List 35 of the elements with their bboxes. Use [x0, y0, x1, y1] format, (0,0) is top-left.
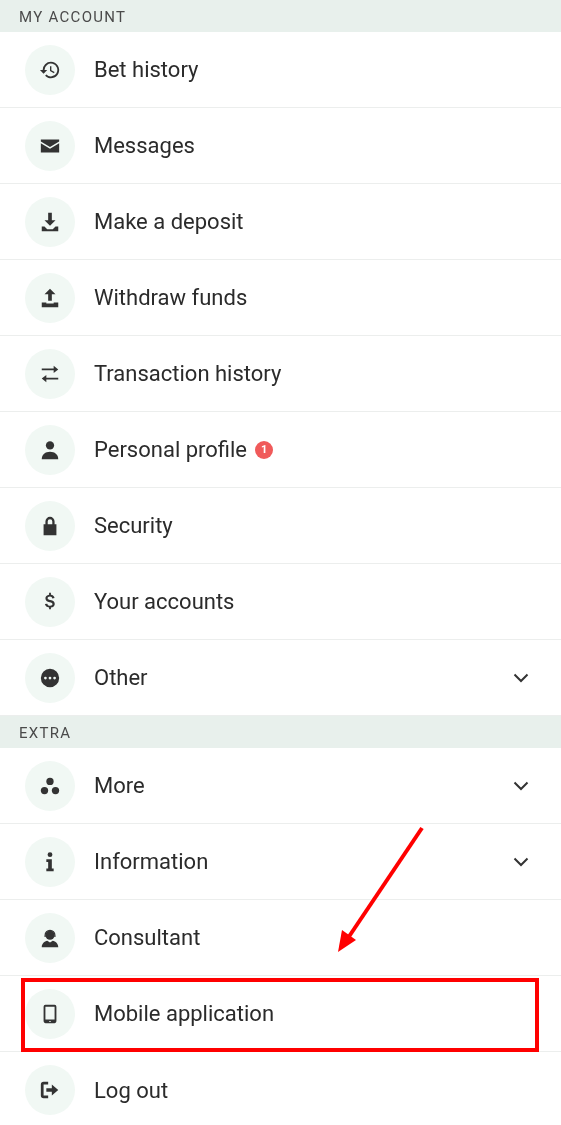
- menu-item[interactable]: More: [0, 748, 561, 824]
- menu-item[interactable]: Make a deposit: [0, 184, 561, 260]
- menu-item[interactable]: Withdraw funds: [0, 260, 561, 336]
- menu-label: Transaction history: [94, 361, 282, 386]
- section-header: EXTRA: [0, 716, 561, 748]
- notification-badge: 1: [255, 440, 274, 459]
- section-header: MY ACCOUNT: [0, 0, 561, 32]
- upload-icon: [39, 286, 61, 309]
- logout-icon: [39, 1079, 61, 1101]
- person-icon: [39, 438, 61, 461]
- menu-label: Your accounts: [94, 589, 235, 614]
- menu-label: Mobile application: [94, 1001, 275, 1026]
- menu-label: Consultant: [94, 925, 201, 950]
- menu-item[interactable]: Personal profile 1: [0, 412, 561, 488]
- menu-item[interactable]: Information: [0, 824, 561, 900]
- menu-label: More: [94, 773, 145, 798]
- dots-icon: [39, 666, 61, 689]
- menu-label: Make a deposit: [94, 209, 244, 234]
- menu-item[interactable]: Log out: [0, 1052, 561, 1125]
- menu-item[interactable]: Your accounts: [0, 564, 561, 640]
- menu-item[interactable]: Consultant: [0, 900, 561, 976]
- menu-label: Personal profile: [94, 437, 248, 462]
- menu-label: Other: [94, 665, 148, 690]
- menu-label: Information: [94, 849, 209, 874]
- download-icon: [39, 210, 61, 233]
- menu-label: Bet history: [94, 57, 199, 82]
- menu-item[interactable]: Security: [0, 488, 561, 564]
- menu-item[interactable]: Mobile application: [0, 976, 561, 1052]
- menu-label: Withdraw funds: [94, 285, 248, 310]
- menu-label: Log out: [94, 1077, 169, 1103]
- menu-label: Messages: [94, 133, 195, 158]
- menu-item[interactable]: Transaction history: [0, 336, 561, 412]
- menu-label: Security: [94, 513, 173, 538]
- menu-item[interactable]: Bet history: [0, 32, 561, 108]
- menu-item[interactable]: Messages: [0, 108, 561, 184]
